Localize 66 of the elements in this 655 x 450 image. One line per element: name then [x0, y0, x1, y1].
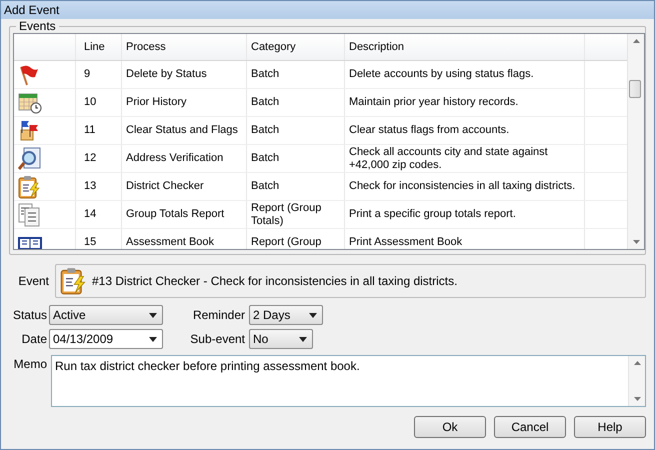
description-cell: Check for inconsistencies in all taxing districts.: [345, 173, 585, 200]
sub-event-label: Sub-event: [189, 332, 246, 346]
reminder-label: Reminder: [192, 308, 246, 322]
sub-event-dropdown[interactable]: No: [249, 329, 313, 349]
category-cell: Batch: [247, 145, 345, 172]
dropdown-caret-icon[interactable]: [149, 312, 157, 318]
category-cell: Report (Group Totals): [247, 201, 345, 228]
dialog-button[interactable]: Help: [574, 416, 646, 438]
scroll-down-icon[interactable]: [634, 397, 640, 401]
event-summary-text: #13 District Checker - Check for inconsistencies in all taxing districts.: [92, 274, 458, 288]
line-cell: 9: [76, 61, 122, 88]
column-header[interactable]: Process: [122, 34, 247, 60]
description-cell: Maintain prior year history records.: [345, 89, 585, 116]
status-dropdown[interactable]: Active: [49, 305, 163, 325]
description-cell: Print a specific group totals report.: [345, 201, 585, 228]
scroll-up-icon[interactable]: [632, 39, 640, 43]
process-cell: Address Verification: [122, 145, 247, 172]
flags-icon: [18, 120, 40, 142]
dropdown-caret-icon[interactable]: [309, 312, 317, 318]
description-cell: Print Assessment Book: [345, 229, 585, 249]
date-label: Date: [20, 332, 48, 346]
scroll-thumb[interactable]: [629, 80, 641, 98]
clipboard-lightning-icon: [60, 267, 86, 295]
line-cell: 12: [76, 145, 122, 172]
scroll-up-icon[interactable]: [634, 361, 640, 365]
scroll-down-icon[interactable]: [632, 240, 640, 244]
process-cell: District Checker: [122, 173, 247, 200]
memo-label: Memo: [12, 356, 48, 371]
process-cell: Group Totals Report: [122, 201, 247, 228]
description-cell: Clear status flags from accounts.: [345, 117, 585, 144]
category-cell: Batch: [247, 117, 345, 144]
calendar-clock-icon: [18, 92, 42, 114]
memo-scrollbar[interactable]: [628, 356, 645, 406]
category-cell: Batch: [247, 89, 345, 116]
dropdown-caret-icon[interactable]: [149, 336, 157, 342]
magnifier-document-icon: [18, 146, 42, 170]
category-cell: Batch: [247, 173, 345, 200]
column-header[interactable]: Category: [247, 34, 345, 60]
status-label: Status: [12, 308, 48, 322]
column-header[interactable]: Description: [345, 34, 585, 60]
dialog-button[interactable]: Cancel: [494, 416, 566, 438]
description-cell: Check all accounts city and state against +42,000 zip codes.: [345, 145, 585, 172]
description-cell: Delete accounts by using status flags.: [345, 61, 585, 88]
flag-icon: [18, 64, 40, 86]
process-cell: Clear Status and Flags: [122, 117, 247, 144]
event-label: Event: [17, 274, 50, 288]
line-cell: 11: [76, 117, 122, 144]
column-header[interactable]: Line: [76, 34, 122, 60]
process-cell: Assessment Book: [122, 229, 247, 249]
memo-field[interactable]: Run tax district checker before printing assessment book.: [51, 355, 646, 407]
date-picker[interactable]: 04/13/2009: [49, 329, 163, 349]
line-cell: 14: [76, 201, 122, 228]
line-cell: 15: [76, 229, 122, 249]
reminder-dropdown[interactable]: 2 Days: [249, 305, 323, 325]
clipboard-lightning-icon: [18, 174, 40, 198]
category-cell: Report (Group: [247, 229, 345, 249]
line-cell: 13: [76, 173, 122, 200]
category-cell: Batch: [247, 61, 345, 88]
group-label: Events: [18, 19, 57, 33]
line-cell: 10: [76, 89, 122, 116]
window-title: Add Event: [1, 1, 654, 19]
dropdown-caret-icon[interactable]: [299, 336, 307, 342]
dialog-button[interactable]: Ok: [414, 416, 486, 438]
process-cell: Delete by Status: [122, 61, 247, 88]
process-cell: Prior History: [122, 89, 247, 116]
table-scrollbar[interactable]: [627, 34, 644, 249]
